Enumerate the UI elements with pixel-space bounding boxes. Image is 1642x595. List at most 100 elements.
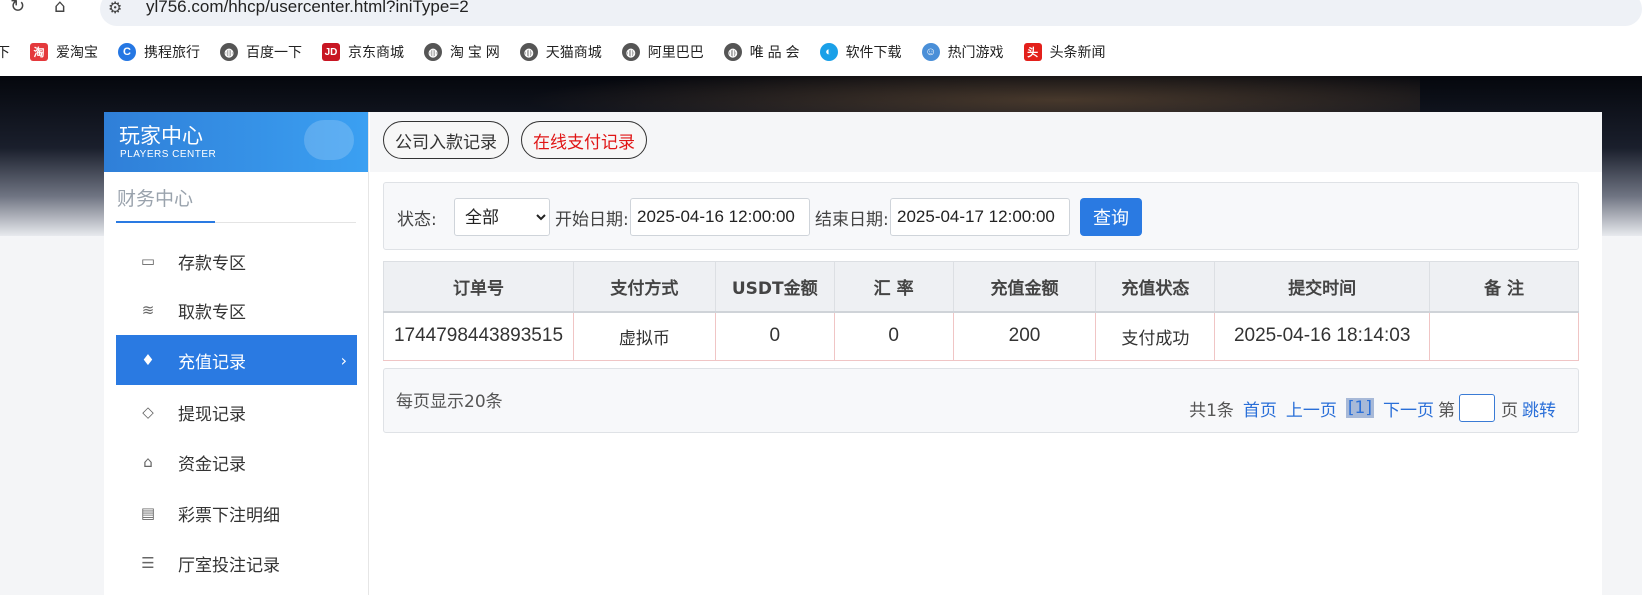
sidebar-item-label: 存款专区 — [178, 253, 246, 274]
recharge-status-cell: 支付成功 — [1095, 311, 1216, 361]
url-text[interactable]: yl756.com/hhcp/usercenter.html?iniType=2 — [146, 0, 469, 17]
column-header: 提交时间 — [1214, 261, 1431, 313]
total-count: 共1条 — [1189, 400, 1234, 421]
submit-time-cell: 2025-04-16 18:14:03 — [1214, 311, 1431, 361]
sidebar-item-withdraw[interactable]: ≋ 取款专区 — [116, 285, 357, 335]
money-bag-icon: ♦ — [141, 351, 155, 369]
query-button[interactable]: 查询 — [1080, 198, 1142, 236]
bookmark-item[interactable]: ◍ 阿里巴巴 — [621, 42, 704, 62]
bookmark-label: 软件下载 — [845, 44, 902, 60]
bookmark-label: 百度一下 — [246, 44, 302, 60]
sidebar-item-lottery-bets[interactable]: ▤ 彩票下注明细 — [116, 488, 357, 538]
table-header-row: 订单号 支付方式 USDT金额 汇 率 充值金额 充值状态 提交时间 备 注 — [383, 261, 1579, 313]
status-select[interactable]: 全部 — [454, 198, 550, 236]
sidebar-item-label: 资金记录 — [178, 454, 246, 475]
home-icon[interactable]: ⌂ — [54, 0, 65, 17]
bookmark-item[interactable]: ◍ 百度一下 — [220, 42, 302, 62]
column-header: 汇 率 — [834, 261, 954, 313]
globe-icon: ◍ — [519, 43, 538, 61]
start-date-input[interactable] — [630, 198, 810, 236]
sidebar-item-fund-records[interactable]: ⌂ 资金记录 — [116, 437, 357, 487]
bookmark-label: 热门游戏 — [947, 44, 1004, 60]
recharge-amount-cell: 200 — [953, 311, 1097, 361]
tab-company-deposit[interactable]: 公司入款记录 — [383, 121, 509, 159]
jd-icon: JD — [322, 43, 340, 61]
tab-online-payment[interactable]: 在线支付记录 — [521, 121, 647, 159]
first-page-link[interactable]: 首页 — [1243, 396, 1277, 421]
bookmark-item[interactable]: ◍ 淘 宝 网 — [424, 42, 500, 62]
table-row: 1744798443893515 虚拟币 0 0 200 支付成功 2025-0… — [383, 311, 1579, 361]
globe-icon: ◍ — [424, 43, 442, 61]
bookmark-label: 阿里巴巴 — [647, 44, 704, 60]
bookmark-label: 京东商城 — [348, 44, 404, 60]
bookmark-item[interactable]: JD 京东商城 — [322, 42, 404, 62]
tag-icon: ◇ — [142, 403, 154, 421]
bookmark-label: 携程旅行 — [144, 44, 200, 60]
pagination-controls: 共1条 首页 上一页 [1] 下一页 第 页 跳转 — [1180, 394, 1556, 422]
reload-icon[interactable]: ↻ — [10, 0, 25, 17]
end-date-label: 结束日期: — [815, 210, 889, 230]
column-header: 充值状态 — [1095, 261, 1216, 313]
bookmark-label: 唯 品 会 — [749, 44, 800, 60]
sidebar-item-label: 充值记录 — [178, 352, 246, 373]
bookmark-item[interactable]: C 携程旅行 — [118, 42, 200, 62]
page-number-input[interactable] — [1459, 394, 1495, 422]
prev-page-link[interactable]: 上一页 — [1286, 396, 1337, 421]
bookmark-item[interactable]: 淘爱淘宝 — [30, 42, 98, 62]
chevron-right-icon: › — [340, 350, 347, 370]
sidebar-item-label: 厅室投注记录 — [178, 555, 280, 576]
card-icon: ▭ — [140, 252, 156, 270]
pagination-bar: 每页显示20条 共1条 首页 上一页 [1] 下一页 第 页 跳转 — [383, 368, 1579, 433]
record-tabs: 公司入款记录 在线支付记录 — [370, 112, 1602, 172]
finance-center-tab[interactable]: 财务中心 — [117, 184, 193, 211]
next-page-link[interactable]: 下一页 — [1383, 396, 1434, 421]
address-bar[interactable]: ⚙ yl756.com/hhcp/usercenter.html?iniType… — [100, 0, 1642, 26]
column-header: 充值金额 — [953, 261, 1097, 313]
usdt-amount-cell: 0 — [715, 311, 835, 361]
sidebar: 玩家中心 PLAYERS CENTER 财务中心 ▭ 存款专区 ≋ 取款专区 ♦… — [104, 112, 369, 595]
per-page-text: 每页显示20条 — [396, 392, 503, 412]
bookmark-item[interactable]: 头头条新闻 — [1023, 42, 1106, 62]
payment-method-cell: 虚拟币 — [573, 311, 716, 361]
bookmarks-bar: 下 淘爱淘宝 C 携程旅行 ◍ 百度一下 JD 京东商城 ◍ 淘 宝 网 ◍ 天猫商城 ◍… — [0, 36, 1642, 68]
main-content: 公司入款记录 在线支付记录 状态: 全部 开始日期: 结束日期: 查询 订单号 — [370, 112, 1602, 595]
bookmark-label: 头条新闻 — [1049, 44, 1106, 60]
bookmark-item[interactable]: ◐ 软件下载 — [819, 42, 902, 62]
sidebar-item-withdraw-records[interactable]: ◇ 提现记录 — [116, 387, 357, 437]
status-label: 状态: — [397, 210, 437, 230]
page-suffix: 页 — [1501, 400, 1518, 421]
sidebar-item-recharge-records[interactable]: ♦ 充值记录 › — [116, 335, 357, 385]
filter-bar: 状态: 全部 开始日期: 结束日期: 查询 — [383, 182, 1579, 250]
player-center-subtitle: PLAYERS CENTER — [120, 149, 217, 160]
column-header: 备 注 — [1429, 261, 1579, 313]
bookmark-label: 淘 宝 网 — [450, 44, 500, 60]
bookmark-item[interactable]: ◍ 天猫商城 — [519, 42, 602, 62]
column-header: 支付方式 — [573, 261, 716, 313]
taobao-icon: 淘 — [30, 43, 48, 61]
user-center-panel: 玩家中心 PLAYERS CENTER 财务中心 ▭ 存款专区 ≋ 取款专区 ♦… — [104, 112, 1602, 595]
game-icon: ☺ — [921, 43, 940, 61]
globe-icon: ◍ — [220, 43, 238, 61]
sidebar-item-label: 取款专区 — [178, 302, 246, 323]
site-settings-icon[interactable]: ⚙ — [108, 0, 122, 17]
page-background: 玩家中心 PLAYERS CENTER 财务中心 ▭ 存款专区 ≋ 取款专区 ♦… — [0, 76, 1642, 595]
end-date-input[interactable] — [890, 198, 1070, 236]
sidebar-item-label: 彩票下注明细 — [178, 505, 280, 526]
player-center-title: 玩家中心 — [119, 124, 203, 148]
player-center-header: 玩家中心 PLAYERS CENTER — [104, 112, 368, 172]
recharge-records-table: 订单号 支付方式 USDT金额 汇 率 充值金额 充值状态 提交时间 备 注 1… — [383, 261, 1579, 361]
ctrip-icon: C — [118, 43, 136, 61]
sidebar-item-label: 提现记录 — [178, 404, 246, 425]
sidebar-item-deposit[interactable]: ▭ 存款专区 — [116, 236, 357, 286]
browser-toolbar: ↻ ⌂ ⚙ yl756.com/hhcp/usercenter.html?ini… — [0, 0, 1642, 26]
jump-link[interactable]: 跳转 — [1522, 396, 1556, 421]
column-header: USDT金额 — [715, 261, 835, 313]
gamepad-icon — [304, 120, 354, 160]
bookmark-item[interactable]: ◍ 唯 品 会 — [723, 42, 800, 62]
bookmark-item[interactable]: ☺ 热门游戏 — [921, 42, 1004, 62]
list-card-icon: ▤ — [140, 504, 156, 522]
current-page[interactable]: [1] — [1345, 398, 1374, 418]
sidebar-item-room-bets[interactable]: ☰ 厅室投注记录 — [116, 538, 357, 588]
cash-icon: ≋ — [141, 301, 155, 319]
list-icon: ☰ — [141, 554, 155, 572]
